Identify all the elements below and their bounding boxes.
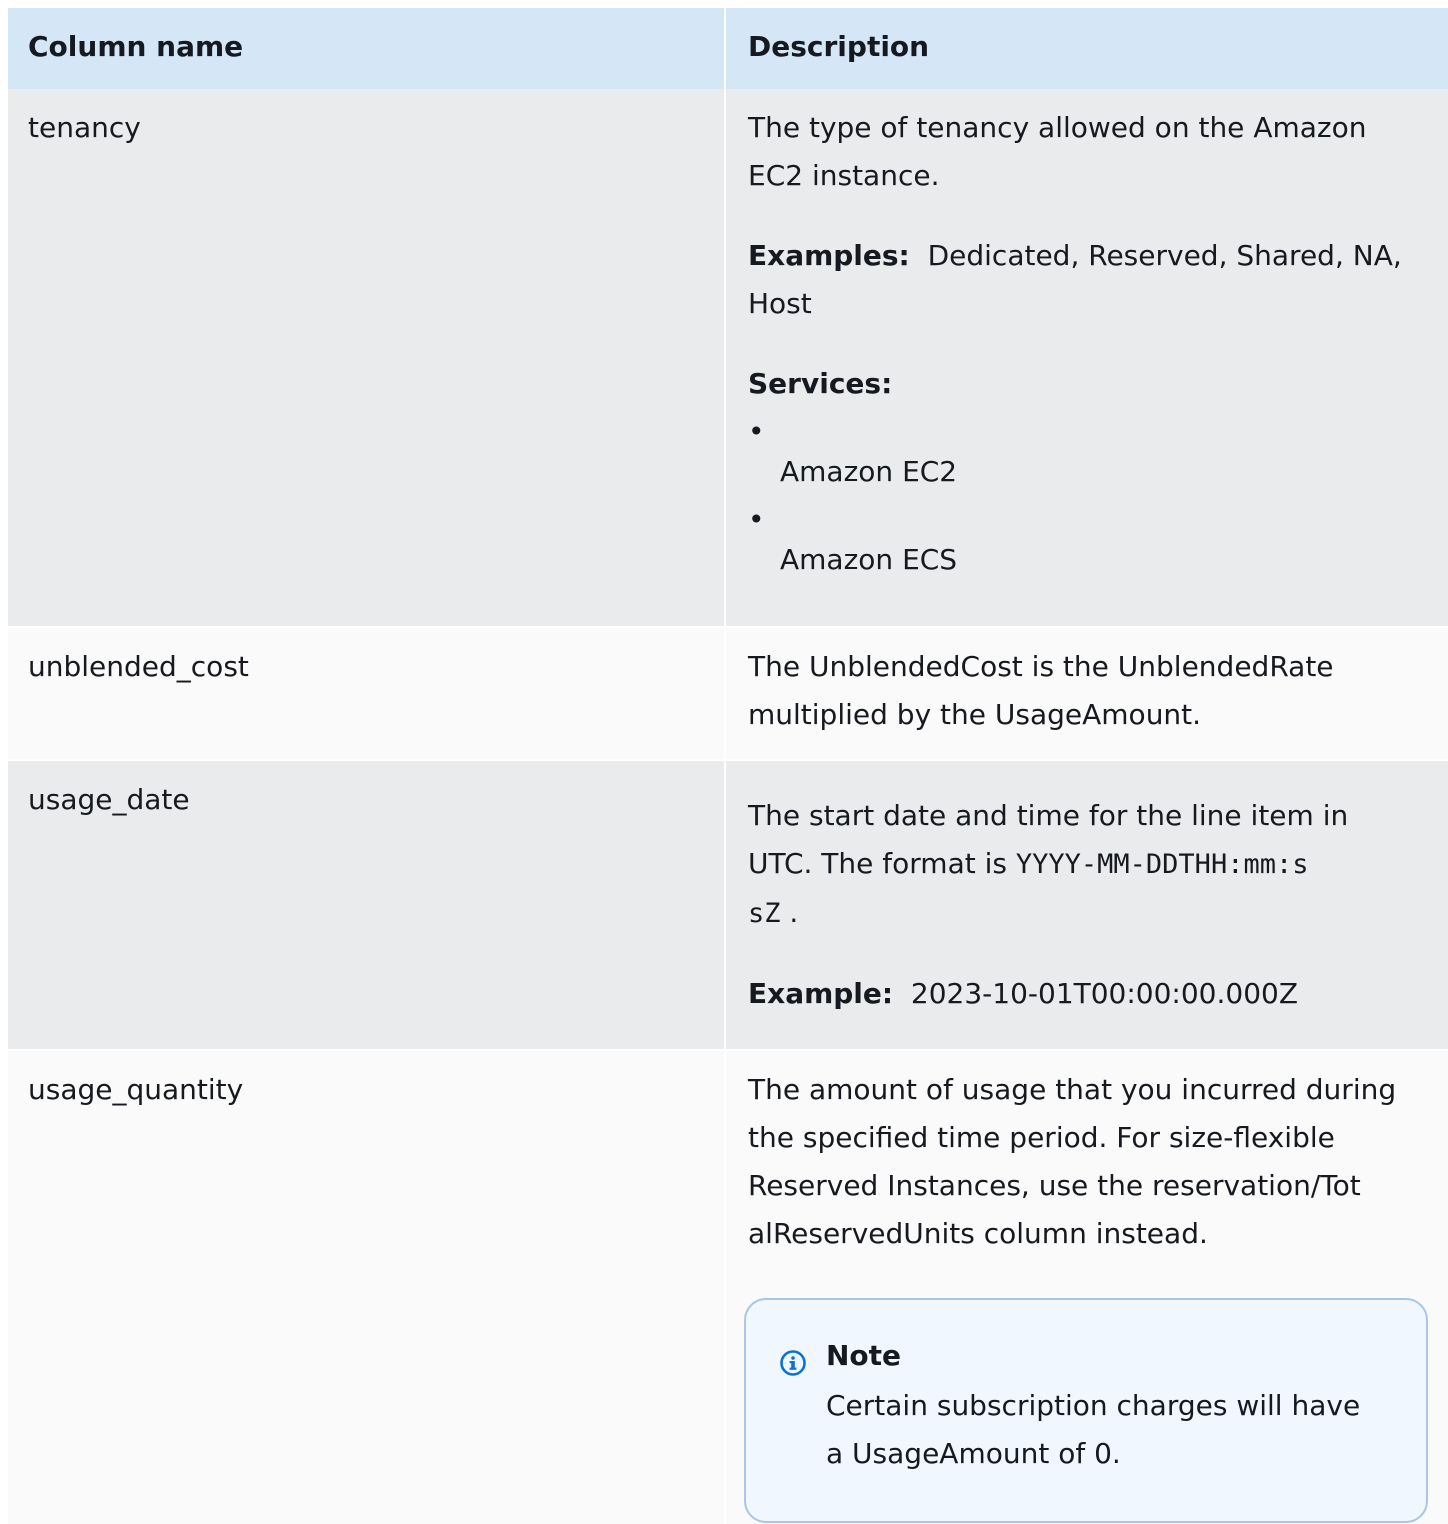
- table-row: tenancy The type of tenancy allowed on t…: [8, 89, 1448, 626]
- description-text: The amount of usage that you incurred du…: [748, 1073, 1397, 1250]
- description-text: The type of tenancy allowed on the Amazo…: [748, 111, 1367, 192]
- bullet-icon: •: [748, 415, 765, 448]
- examples-label: Examples:: [748, 239, 910, 272]
- table-row: usage_quantity The amount of usage that …: [8, 1051, 1448, 1524]
- list-item: • Amazon EC2: [748, 408, 1430, 496]
- format-code: YYYY-MM-DDTHH:mm:s: [1015, 849, 1309, 880]
- column-name-cell: tenancy: [8, 89, 726, 626]
- example-label: Example:: [748, 977, 894, 1010]
- column-name-cell: unblended_cost: [8, 628, 726, 759]
- note-alert: Note Certain subscription charges will h…: [744, 1298, 1428, 1523]
- note-text: Certain subscription charges will have a…: [826, 1389, 1361, 1470]
- note-header: Note: [780, 1332, 1396, 1380]
- table-row: usage_date The start date and time for t…: [8, 761, 1448, 1049]
- example-value: 2023-10-01T00:00:00.000Z: [910, 977, 1299, 1010]
- header-column-name: Column name: [8, 8, 726, 89]
- description-cell: The start date and time for the line ite…: [726, 761, 1448, 1049]
- examples-paragraph: Examples: Dedicated, Reserved, Shared, N…: [748, 239, 1402, 320]
- description-cell: The type of tenancy allowed on the Amazo…: [726, 89, 1448, 626]
- table-row: unblended_cost The UnblendedCost is the …: [8, 628, 1448, 759]
- services-label: Services:: [748, 367, 893, 400]
- list-item: • Amazon ECS: [748, 496, 1430, 584]
- table-header-row: Column name Description: [8, 8, 1448, 89]
- description-cell: The UnblendedCost is the UnblendedRate m…: [726, 628, 1448, 759]
- bullet-icon: •: [748, 503, 765, 536]
- column-name-cell: usage_date: [8, 761, 726, 1049]
- example-paragraph: Example: 2023-10-01T00:00:00.000Z: [748, 970, 1430, 1018]
- column-name-cell: usage_quantity: [8, 1051, 726, 1524]
- column-table: Column name Description tenancy The type…: [8, 8, 1448, 1524]
- header-description: Description: [748, 30, 930, 63]
- description-text: The start date and time for the line ite…: [748, 799, 1349, 929]
- note-title: Note: [826, 1339, 902, 1372]
- format-code-cont: sZ: [748, 898, 781, 929]
- info-icon: [780, 1343, 806, 1376]
- description-text: The UnblendedCost is the UnblendedRate m…: [748, 650, 1334, 731]
- description-cell: The amount of usage that you incurred du…: [726, 1051, 1448, 1524]
